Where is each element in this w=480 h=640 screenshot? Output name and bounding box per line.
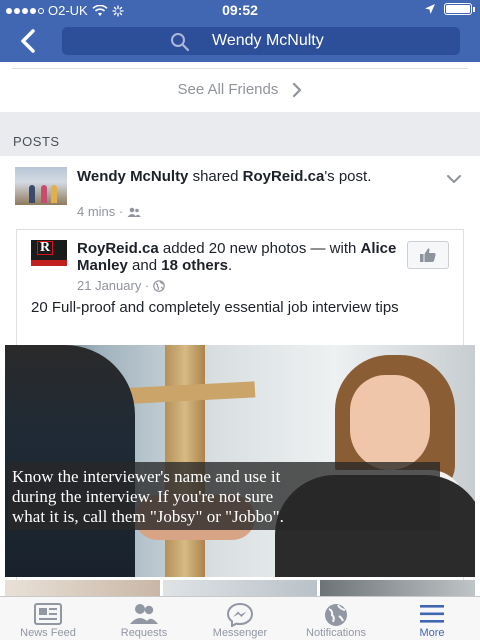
post-timestamp[interactable]: 4 mins · bbox=[77, 204, 123, 219]
caption-line: during the interview. If you're not sure bbox=[12, 487, 274, 506]
post-suffix: 's post. bbox=[324, 168, 372, 185]
photo-thumbnails bbox=[5, 580, 476, 596]
photo-thumbnail[interactable] bbox=[5, 580, 160, 596]
photo-thumbnail[interactable] bbox=[162, 580, 318, 596]
page-avatar[interactable]: R bbox=[31, 240, 67, 266]
friends-audience-icon bbox=[127, 207, 142, 217]
see-all-friends-link[interactable]: See All Friends bbox=[0, 81, 480, 98]
divider bbox=[12, 68, 468, 69]
shared-post-date[interactable]: 21 January · bbox=[77, 278, 149, 293]
post-photo[interactable]: Know the interviewer's name and use it d… bbox=[5, 345, 475, 577]
tab-more[interactable]: More bbox=[384, 597, 480, 640]
news-feed-icon bbox=[34, 603, 62, 625]
posts-heading: POSTS bbox=[13, 134, 60, 149]
status-right bbox=[424, 3, 475, 15]
caption-line: Know the interviewer's name and use it bbox=[12, 467, 281, 486]
tab-label: Notifications bbox=[306, 627, 366, 639]
chevron-down-icon[interactable] bbox=[446, 174, 462, 184]
menu-icon bbox=[420, 605, 444, 623]
status-time: 09:52 bbox=[222, 2, 258, 18]
search-icon bbox=[171, 33, 190, 52]
post-verb: shared bbox=[188, 168, 243, 185]
page-logo-icon: R bbox=[37, 241, 54, 255]
thumbs-up-icon bbox=[420, 248, 436, 262]
tab-requests[interactable]: Requests bbox=[96, 597, 192, 640]
search-query: Wendy McNulty bbox=[212, 32, 324, 49]
tagged-others-link[interactable]: 18 others bbox=[161, 257, 228, 274]
tab-news-feed[interactable]: News Feed bbox=[0, 597, 96, 640]
caption-line: what it is, call them "Jobsy" or "Jobbo"… bbox=[12, 507, 284, 526]
shared-action-text: added 20 new photos — with bbox=[158, 240, 361, 257]
shared-post-meta: 21 January · bbox=[77, 278, 166, 293]
shared-post-text: 20 Full-proof and completely essential j… bbox=[31, 299, 399, 316]
tab-messenger[interactable]: Messenger bbox=[192, 597, 288, 640]
tab-bar: News Feed Requests Messenger Notificatio… bbox=[0, 596, 480, 640]
shared-post-header: RoyReid.ca added 20 new photos — with Al… bbox=[77, 240, 397, 274]
search-field[interactable]: Wendy McNulty bbox=[62, 27, 460, 55]
photo-caption: Know the interviewer's name and use it d… bbox=[8, 462, 440, 530]
tab-notifications[interactable]: Notifications bbox=[288, 597, 384, 640]
and-text: and bbox=[127, 257, 162, 274]
photo-thumbnail[interactable] bbox=[320, 580, 476, 596]
friends-section: See All Friends bbox=[0, 62, 480, 112]
tab-label: More bbox=[419, 627, 445, 639]
location-arrow-icon bbox=[425, 4, 435, 14]
post-meta: 4 mins · bbox=[77, 204, 142, 219]
friend-requests-icon bbox=[130, 604, 158, 624]
chevron-right-icon bbox=[292, 82, 301, 98]
tab-label: Messenger bbox=[212, 627, 268, 639]
status-bar: O2-UK 09:52 bbox=[0, 0, 480, 20]
tab-label: Requests bbox=[120, 627, 168, 639]
messenger-icon bbox=[227, 603, 253, 627]
page-name-link[interactable]: RoyReid.ca bbox=[77, 240, 159, 257]
post-header: Wendy McNulty shared RoyReid.ca's post. bbox=[77, 168, 427, 185]
see-all-friends-label: See All Friends bbox=[177, 81, 279, 98]
tab-label: News Feed bbox=[20, 627, 76, 639]
post-author-link[interactable]: Wendy McNulty bbox=[77, 168, 188, 185]
globe-audience-icon bbox=[153, 279, 166, 292]
post-source-link[interactable]: RoyReid.ca bbox=[243, 168, 325, 185]
back-arrow-icon[interactable] bbox=[14, 26, 42, 56]
globe-icon bbox=[325, 604, 347, 626]
period-text: . bbox=[227, 257, 233, 274]
posts-section-header: POSTS bbox=[0, 112, 480, 154]
like-page-button[interactable] bbox=[407, 241, 449, 269]
navigation-bar: Wendy McNulty bbox=[0, 20, 480, 62]
author-avatar[interactable] bbox=[15, 167, 67, 205]
battery-icon bbox=[444, 3, 475, 15]
